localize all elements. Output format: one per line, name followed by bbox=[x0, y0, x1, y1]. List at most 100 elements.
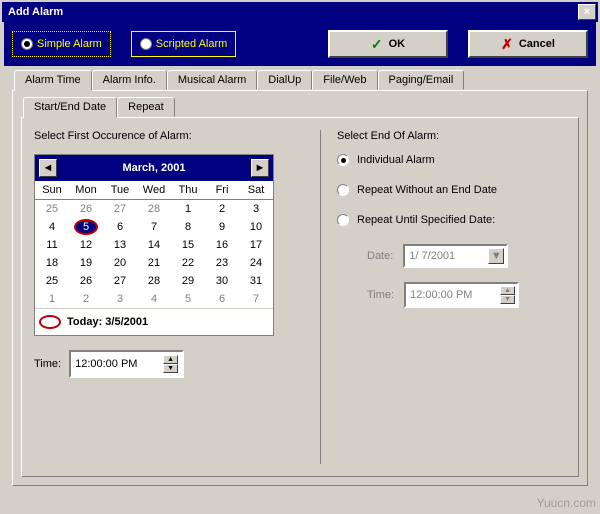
calendar-day[interactable]: 10 bbox=[239, 218, 273, 236]
calendar-day[interactable]: 27 bbox=[103, 272, 137, 290]
dropdown-button[interactable]: ▼ bbox=[488, 248, 504, 264]
end-date-input[interactable]: 1/ 7/2001 ▼ bbox=[403, 244, 508, 268]
radio-icon bbox=[337, 154, 349, 166]
first-time-input[interactable]: 12:00:00 PM ▲ ▼ bbox=[69, 350, 184, 378]
scripted-alarm-radio[interactable]: Scripted Alarm bbox=[131, 31, 237, 57]
no-end-date-radio[interactable]: Repeat Without an End Date bbox=[337, 184, 566, 196]
first-title: Select First Occurence of Alarm: bbox=[34, 130, 304, 142]
end-time-input[interactable]: 12:00:00 PM ▲ ▼ bbox=[404, 282, 519, 308]
calendar-day[interactable]: 3 bbox=[239, 200, 273, 219]
end-time-row: Time: 12:00:00 PM ▲ ▼ bbox=[367, 282, 566, 308]
tab-file-web[interactable]: File/Web bbox=[312, 70, 377, 90]
tab-alarm-time[interactable]: Alarm Time bbox=[14, 70, 92, 91]
calendar-day[interactable]: 30 bbox=[205, 272, 239, 290]
check-icon: ✓ bbox=[371, 36, 383, 53]
main-tabs: Alarm TimeAlarm Info.Musical AlarmDialUp… bbox=[14, 70, 588, 90]
prev-month-button[interactable]: ◄ bbox=[39, 159, 57, 177]
calendar-day[interactable]: 27 bbox=[103, 200, 137, 219]
calendar-day[interactable]: 28 bbox=[137, 200, 171, 219]
spin-up-button[interactable]: ▲ bbox=[500, 286, 515, 295]
calendar-day[interactable]: 26 bbox=[69, 200, 103, 219]
calendar-day[interactable]: 31 bbox=[239, 272, 273, 290]
calendar-day[interactable]: 22 bbox=[171, 254, 205, 272]
subtab-body: Select First Occurence of Alarm: ◄ March… bbox=[21, 117, 579, 477]
calendar-day[interactable]: 25 bbox=[35, 200, 69, 219]
sub-tabs: Start/End DateRepeat bbox=[23, 97, 579, 117]
calendar-day[interactable]: 2 bbox=[69, 290, 103, 308]
individual-alarm-radio[interactable]: Individual Alarm bbox=[337, 154, 566, 166]
calendar-day[interactable]: 11 bbox=[35, 236, 69, 254]
end-date-row: Date: 1/ 7/2001 ▼ bbox=[367, 244, 566, 268]
content-area: Alarm TimeAlarm Info.Musical AlarmDialUp… bbox=[2, 66, 598, 496]
today-link[interactable]: Today: 3/5/2001 bbox=[35, 308, 273, 335]
calendar-day[interactable]: 20 bbox=[103, 254, 137, 272]
tab-musical-alarm[interactable]: Musical Alarm bbox=[167, 70, 257, 90]
calendar-day[interactable]: 24 bbox=[239, 254, 273, 272]
calendar-day[interactable]: 12 bbox=[69, 236, 103, 254]
cancel-button[interactable]: ✗ Cancel bbox=[468, 30, 588, 58]
calendar-day[interactable]: 4 bbox=[137, 290, 171, 308]
calendar-day[interactable]: 6 bbox=[205, 290, 239, 308]
calendar-day[interactable]: 8 bbox=[171, 218, 205, 236]
date-value: 1/ 7/2001 bbox=[409, 250, 455, 262]
radio-label: Repeat Without an End Date bbox=[357, 184, 497, 196]
calendar-day-header: Mon bbox=[69, 181, 103, 200]
calendar-day[interactable]: 15 bbox=[171, 236, 205, 254]
calendar-grid: SunMonTueWedThuFriSat 252627281234567891… bbox=[35, 181, 273, 308]
calendar-day[interactable]: 7 bbox=[239, 290, 273, 308]
radio-label: Simple Alarm bbox=[37, 38, 102, 50]
calendar-day[interactable]: 5 bbox=[69, 218, 103, 236]
calendar-day-header: Tue bbox=[103, 181, 137, 200]
first-time-row: Time: 12:00:00 PM ▲ ▼ bbox=[34, 350, 304, 378]
ok-label: OK bbox=[389, 38, 406, 50]
calendar-day-header: Fri bbox=[205, 181, 239, 200]
calendar-day[interactable]: 26 bbox=[69, 272, 103, 290]
radio-icon bbox=[21, 38, 33, 50]
next-month-button[interactable]: ► bbox=[251, 159, 269, 177]
calendar-day[interactable]: 14 bbox=[137, 236, 171, 254]
calendar-day[interactable]: 13 bbox=[103, 236, 137, 254]
tab-body: Start/End DateRepeat Select First Occure… bbox=[12, 90, 588, 486]
simple-alarm-radio[interactable]: Simple Alarm bbox=[12, 31, 111, 57]
date-label: Date: bbox=[367, 250, 393, 262]
calendar-day-header: Thu bbox=[171, 181, 205, 200]
time-value: 12:00:00 PM bbox=[410, 289, 472, 301]
until-date-radio[interactable]: Repeat Until Specified Date: bbox=[337, 214, 566, 226]
spin-up-button[interactable]: ▲ bbox=[163, 355, 178, 364]
triangle-right-icon: ► bbox=[255, 162, 266, 174]
calendar-day[interactable]: 4 bbox=[35, 218, 69, 236]
calendar-day-header: Wed bbox=[137, 181, 171, 200]
calendar-day[interactable]: 1 bbox=[171, 200, 205, 219]
tab-alarm-info-[interactable]: Alarm Info. bbox=[92, 70, 167, 90]
subtab-start-end-date[interactable]: Start/End Date bbox=[23, 97, 117, 118]
close-button[interactable]: × bbox=[578, 4, 596, 20]
calendar-day[interactable]: 21 bbox=[137, 254, 171, 272]
calendar-day[interactable]: 25 bbox=[35, 272, 69, 290]
calendar-day[interactable]: 2 bbox=[205, 200, 239, 219]
calendar-day[interactable]: 5 bbox=[171, 290, 205, 308]
spin-down-button[interactable]: ▼ bbox=[500, 295, 515, 304]
radio-label: Repeat Until Specified Date: bbox=[357, 214, 495, 226]
subtab-repeat[interactable]: Repeat bbox=[117, 97, 174, 117]
calendar-day[interactable]: 1 bbox=[35, 290, 69, 308]
time-label: Time: bbox=[34, 358, 61, 370]
calendar-day[interactable]: 17 bbox=[239, 236, 273, 254]
tab-dialup[interactable]: DialUp bbox=[257, 70, 312, 90]
calendar-day[interactable]: 18 bbox=[35, 254, 69, 272]
time-label: Time: bbox=[367, 289, 394, 301]
spin-down-button[interactable]: ▼ bbox=[163, 364, 178, 373]
x-icon: ✗ bbox=[501, 36, 513, 53]
radio-icon bbox=[140, 38, 152, 50]
calendar-day[interactable]: 28 bbox=[137, 272, 171, 290]
tab-paging-email[interactable]: Paging/Email bbox=[378, 70, 465, 90]
calendar-day[interactable]: 7 bbox=[137, 218, 171, 236]
calendar-day[interactable]: 3 bbox=[103, 290, 137, 308]
calendar-day[interactable]: 23 bbox=[205, 254, 239, 272]
calendar-day[interactable]: 6 bbox=[103, 218, 137, 236]
calendar-day[interactable]: 29 bbox=[171, 272, 205, 290]
calendar-day[interactable]: 19 bbox=[69, 254, 103, 272]
calendar-day[interactable]: 16 bbox=[205, 236, 239, 254]
ok-button[interactable]: ✓ OK bbox=[328, 30, 448, 58]
calendar-month: March, 2001 bbox=[123, 162, 186, 174]
calendar-day[interactable]: 9 bbox=[205, 218, 239, 236]
